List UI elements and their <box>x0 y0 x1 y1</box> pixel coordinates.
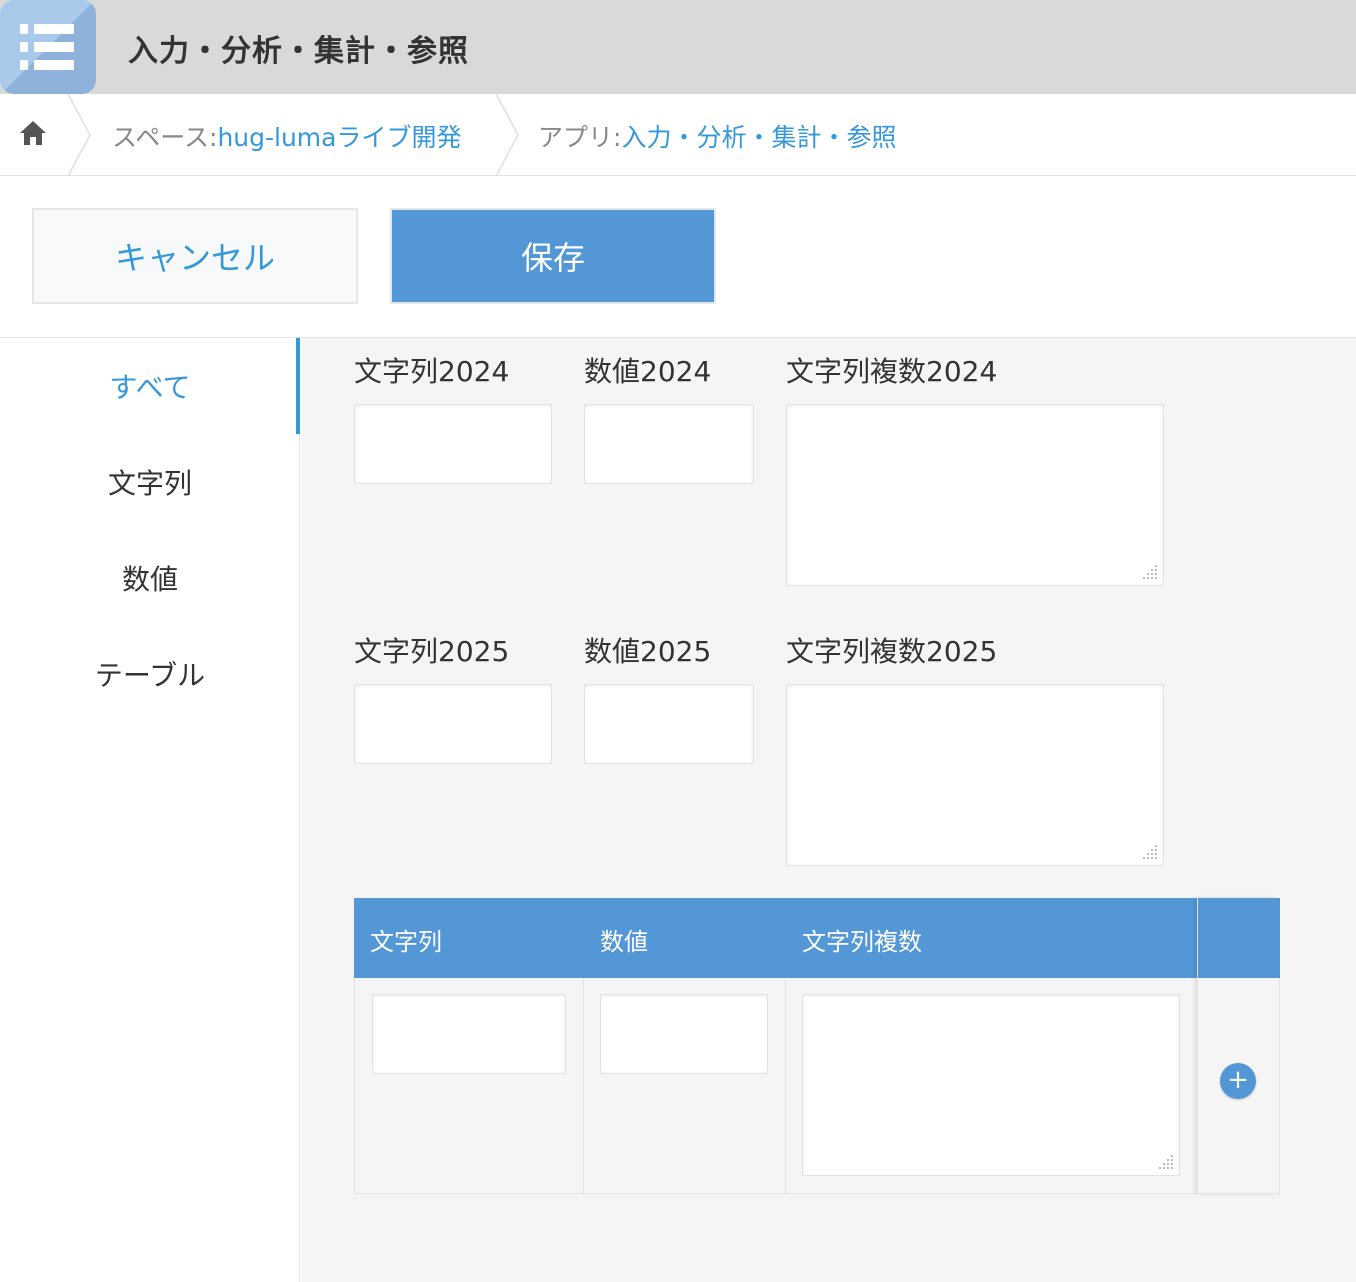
table-header-text: 文字列 <box>370 928 442 956</box>
breadcrumb-app-link[interactable]: 入力・分析・集計・参照 <box>621 123 896 152</box>
list-app-icon[interactable] <box>0 0 96 94</box>
multiline-2025-textarea[interactable] <box>786 684 1164 866</box>
home-icon[interactable] <box>18 118 48 148</box>
table-number-input[interactable] <box>600 994 768 1074</box>
table-text-input[interactable] <box>372 994 566 1074</box>
breadcrumb-space-link[interactable]: hug-lumaライブ開発 <box>217 123 461 152</box>
breadcrumb-app-prefix: アプリ: <box>538 123 622 152</box>
table-header: 文字列 数値 文字列複数 <box>354 898 1280 978</box>
sidebar-item-text[interactable]: 文字列 <box>0 434 300 530</box>
field-label-number-2024: 数値2024 <box>584 355 712 388</box>
breadcrumb-app[interactable]: アプリ:入力・分析・集計・参照 <box>538 118 896 154</box>
field-label-text-2024: 文字列2024 <box>354 355 510 388</box>
table-actions-header <box>1198 898 1280 978</box>
resize-grip-icon[interactable] <box>1141 563 1159 581</box>
number-2024-input[interactable] <box>584 404 754 484</box>
breadcrumb-separator-icon <box>495 94 519 176</box>
breadcrumb-space-prefix: スペース: <box>112 123 218 152</box>
breadcrumb-space[interactable]: スペース:hug-lumaライブ開発 <box>112 118 461 154</box>
sidebar-item-all[interactable]: すべて <box>0 338 300 434</box>
resize-grip-icon[interactable] <box>1157 1153 1175 1171</box>
number-2025-input[interactable] <box>584 684 754 764</box>
resize-grip-icon[interactable] <box>1141 843 1159 861</box>
table-column-divider <box>785 978 786 1193</box>
table-column-divider <box>583 978 584 1193</box>
table-header-multiline: 文字列複数 <box>802 928 922 956</box>
app-title: 入力・分析・集計・参照 <box>128 34 469 69</box>
field-label-multiline-2024: 文字列複数2024 <box>786 355 998 388</box>
field-label-text-2025: 文字列2025 <box>354 635 510 668</box>
field-group-sidebar: すべて 文字列 数値 テーブル <box>0 338 300 1282</box>
text-2025-input[interactable] <box>354 684 552 764</box>
multiline-2024-textarea[interactable] <box>786 404 1164 586</box>
sidebar-active-indicator <box>296 338 300 434</box>
table-header-number: 数値 <box>600 928 648 956</box>
cancel-button[interactable]: キャンセル <box>32 208 358 304</box>
table-multiline-textarea[interactable] <box>802 994 1180 1176</box>
breadcrumb-separator-icon <box>67 94 91 176</box>
sidebar-item-number[interactable]: 数値 <box>0 530 300 626</box>
field-label-multiline-2025: 文字列複数2025 <box>786 635 998 668</box>
plus-circle-icon[interactable]: + <box>1220 1063 1256 1099</box>
breadcrumb: スペース:hug-lumaライブ開発 アプリ:入力・分析・集計・参照 <box>0 94 1356 176</box>
action-bar: キャンセル 保存 <box>0 176 1356 338</box>
table-row-actions: + <box>1197 898 1280 1194</box>
sidebar-item-table[interactable]: テーブル <box>0 626 300 722</box>
field-label-number-2025: 数値2025 <box>584 635 712 668</box>
app-header: 入力・分析・集計・参照 <box>0 0 1356 94</box>
text-2024-input[interactable] <box>354 404 552 484</box>
save-button[interactable]: 保存 <box>390 208 716 304</box>
